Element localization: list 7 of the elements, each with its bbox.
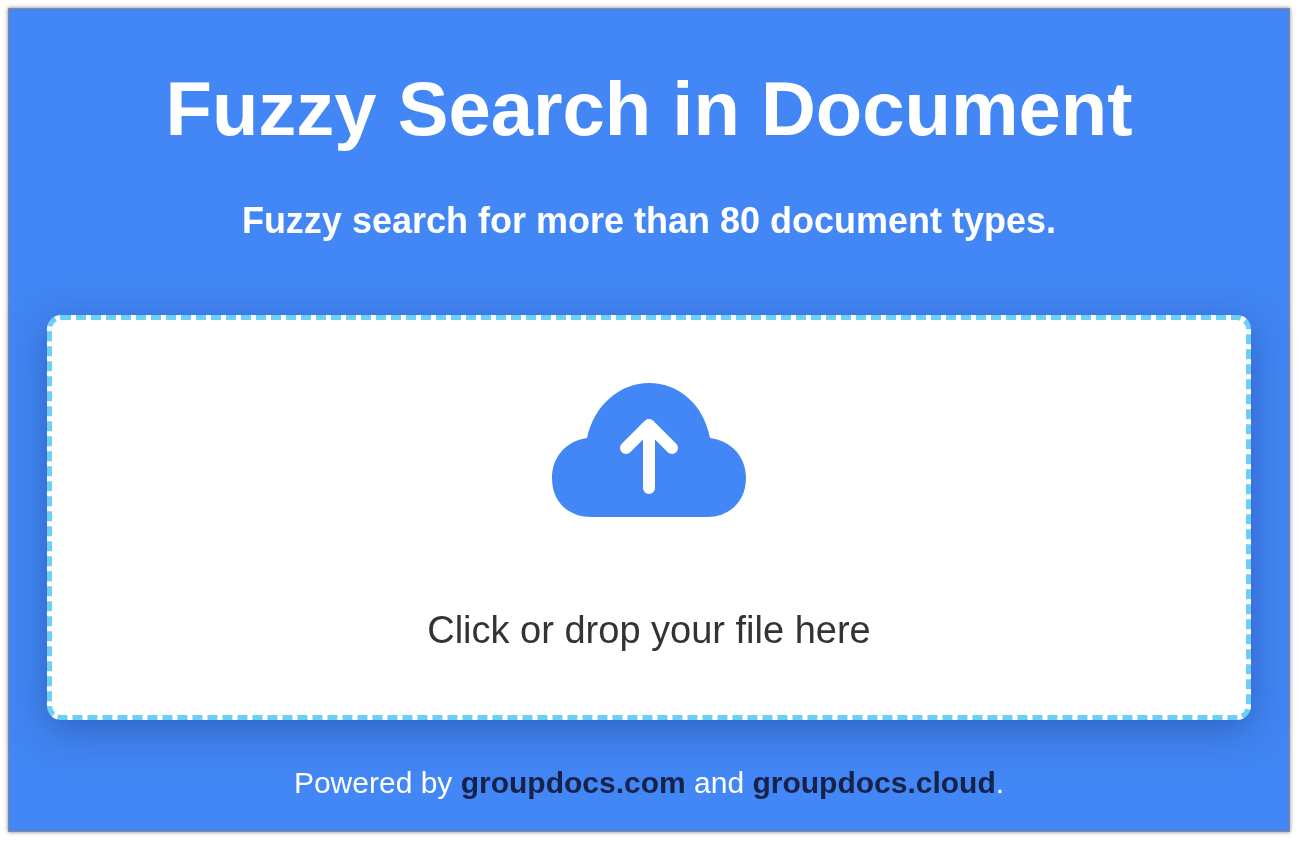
site-link[interactable]: groupdocs.cloud	[752, 766, 996, 799]
powered-by-text: Powered by groupdocs.com and groupdocs.cloud.	[293, 766, 1005, 800]
page-subtitle: Fuzzy search for more than 80 document types.	[241, 203, 1057, 239]
site-link[interactable]: groupdocs.com	[460, 766, 686, 799]
drop-label: Click or drop your file here	[427, 609, 871, 652]
file-drop-zone[interactable]: Click or drop your file here	[47, 315, 1251, 720]
cloud-upload-icon	[552, 383, 746, 517]
